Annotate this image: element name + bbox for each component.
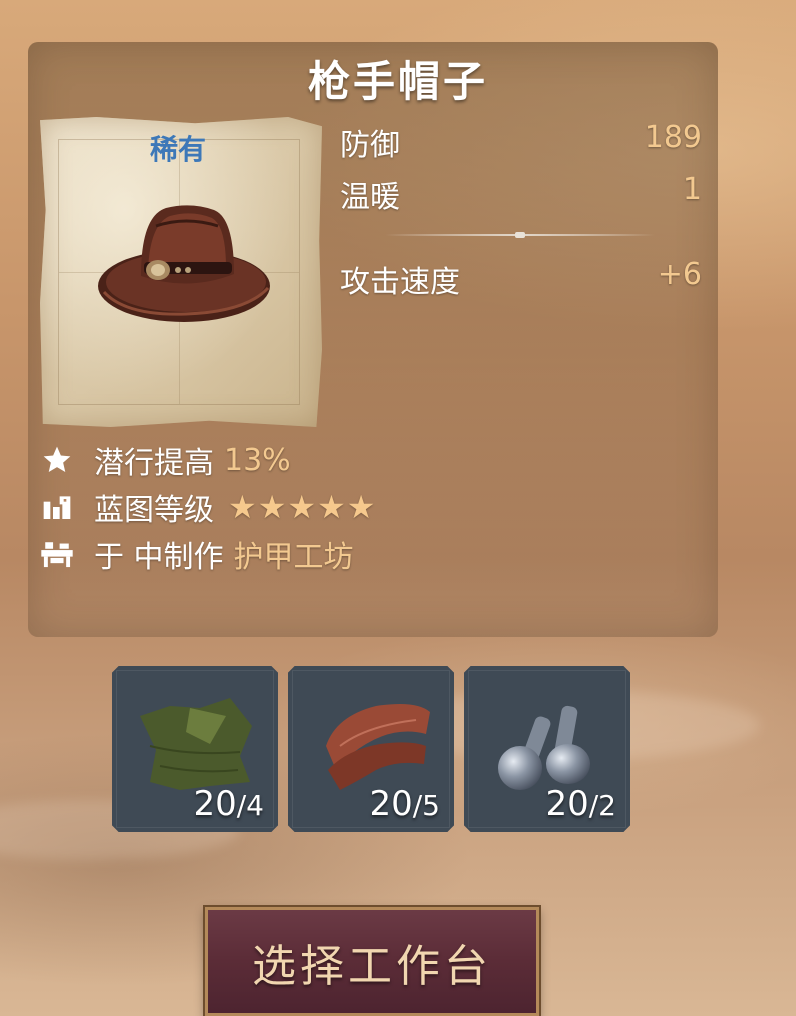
cloth-icon bbox=[140, 698, 252, 790]
craft-location-label: 于 中制作 bbox=[94, 540, 224, 575]
blueprint-stars: ★ ★ ★ ★ ★ bbox=[228, 488, 376, 526]
craft-location-row: 于 中制作 护甲工坊 bbox=[40, 534, 354, 575]
stat-divider bbox=[385, 232, 655, 238]
material-slot-leather[interactable]: 20/5 bbox=[288, 666, 454, 832]
rating-star-icon: ★ bbox=[346, 488, 376, 526]
rating-star-icon: ★ bbox=[287, 488, 317, 526]
blueprint-icon bbox=[40, 490, 74, 524]
blueprint-level-label: 蓝图等级 bbox=[94, 493, 214, 528]
rivets-icon bbox=[498, 705, 590, 790]
blueprint-level-row: 蓝图等级 ★ ★ ★ ★ ★ bbox=[40, 487, 376, 528]
stat-attack-speed-label: 攻击速度 bbox=[340, 265, 460, 300]
stat-warmth-label: 温暖 bbox=[340, 180, 400, 215]
stat-defense-value: 189 bbox=[644, 120, 702, 155]
rating-star-icon: ★ bbox=[317, 488, 346, 526]
material-slot-cloth[interactable]: 20/4 bbox=[112, 666, 278, 832]
stat-defense-label: 防御 bbox=[340, 128, 400, 163]
stat-warmth-value: 1 bbox=[682, 172, 702, 207]
hat-item-image bbox=[98, 205, 270, 322]
material-slot-rivets[interactable]: 20/2 bbox=[464, 666, 630, 832]
rating-star-icon: ★ bbox=[228, 488, 257, 526]
material-quantity: 20/5 bbox=[369, 784, 440, 824]
material-quantity: 20/4 bbox=[193, 784, 264, 824]
perk-row: 潜行提高 13% bbox=[40, 440, 291, 481]
select-workbench-button[interactable]: 选择工作台 bbox=[205, 907, 539, 1016]
star-icon bbox=[40, 443, 74, 477]
craft-station-name: 护甲工坊 bbox=[233, 540, 354, 575]
leather-icon bbox=[326, 704, 430, 790]
material-quantity: 20/2 bbox=[545, 784, 616, 824]
perk-value: 13% bbox=[224, 442, 291, 478]
item-title: 枪手帽子 bbox=[307, 57, 488, 106]
workbench-icon bbox=[40, 537, 74, 571]
rarity-label: 稀有 bbox=[150, 133, 207, 166]
rating-star-icon: ★ bbox=[257, 488, 287, 526]
stat-attack-speed-value: +6 bbox=[657, 257, 702, 292]
perk-label: 潜行提高 bbox=[94, 446, 214, 481]
